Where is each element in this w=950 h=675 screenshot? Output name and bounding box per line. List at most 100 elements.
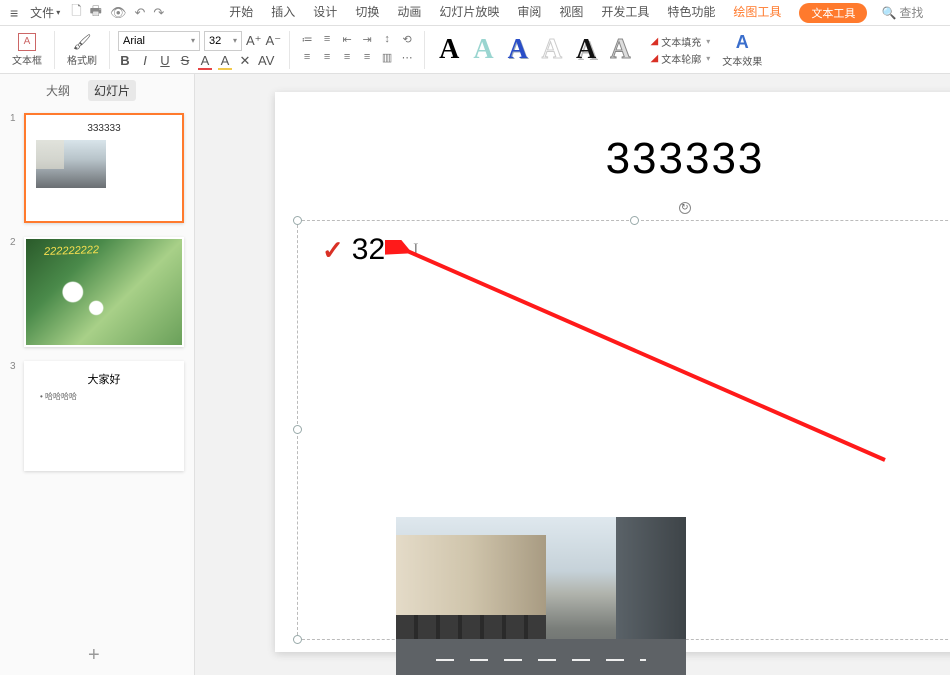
ribbon-separator	[109, 31, 110, 69]
resize-handle[interactable]	[293, 216, 302, 225]
font-size-select[interactable]: 32	[204, 31, 242, 51]
thumbnail-3[interactable]: 3 大家好 • 哈哈哈哈	[10, 361, 184, 471]
style-a6[interactable]: A	[604, 34, 636, 66]
tab-special[interactable]: 特色功能	[667, 3, 715, 23]
tab-slideshow[interactable]: 幻灯片放映	[439, 3, 499, 23]
file-menu[interactable]: 文件	[24, 4, 66, 21]
redo-icon[interactable]: ↷	[150, 5, 167, 21]
resize-handle[interactable]	[630, 216, 639, 225]
canvas-area[interactable]: 333333 ✓ 32 I	[195, 74, 950, 675]
thumbnail-list[interactable]: 1 333333 2 222222222 3 大家好 • 哈哈哈哈	[0, 107, 194, 675]
thumb-image	[36, 140, 106, 188]
thumb-number: 2	[10, 237, 18, 347]
slide-title[interactable]: 333333	[275, 92, 950, 184]
slide-image[interactable]	[396, 517, 686, 675]
tab-review[interactable]: 审阅	[517, 3, 541, 23]
search-box[interactable]: 🔍 查找	[881, 4, 923, 21]
textbox-button[interactable]: A 文本框	[8, 31, 46, 69]
print-icon[interactable]: 🖶	[87, 2, 105, 24]
tab-transition[interactable]: 切换	[355, 3, 379, 23]
style-a3[interactable]: A	[502, 34, 534, 66]
text-effect-icon: A	[736, 32, 749, 53]
tab-text-tool[interactable]: 文本工具	[799, 3, 867, 23]
more-para-button[interactable]: ⋯	[398, 51, 416, 67]
underline-button[interactable]: U	[158, 53, 172, 68]
tab-devtools[interactable]: 开发工具	[601, 3, 649, 23]
align-left-button[interactable]: ≡	[298, 51, 316, 67]
slide-panel: 大纲 幻灯片 1 333333 2 222222222 3	[0, 74, 195, 675]
bullets-button[interactable]: ≔	[298, 33, 316, 49]
image-detail	[396, 535, 546, 655]
text-outline-button[interactable]: ◢文本轮廓	[651, 51, 711, 66]
thumbnail-2[interactable]: 2 222222222	[10, 237, 184, 347]
add-slide-button[interactable]: +	[88, 644, 100, 667]
thumbnail-1[interactable]: 1 333333	[10, 113, 184, 223]
search-icon: 🔍	[881, 6, 896, 20]
bullet-text[interactable]: 32	[352, 233, 385, 267]
content-textbox[interactable]: ✓ 32 I	[297, 220, 950, 640]
tab-design[interactable]: 设计	[313, 3, 337, 23]
text-fill-group: ◢文本填充 ◢文本轮廓	[651, 34, 711, 66]
bold-button[interactable]: B	[118, 53, 132, 68]
line-spacing-button[interactable]: ↕	[378, 33, 396, 49]
clear-format-button[interactable]: ✕	[238, 53, 252, 69]
align-justify-button[interactable]: ≡	[358, 51, 376, 67]
format-painter-label: 格式刷	[67, 52, 97, 67]
increase-font-icon[interactable]: A⁺	[246, 33, 262, 49]
indent-inc-button[interactable]: ⇥	[358, 33, 376, 49]
align-right-button[interactable]: ≡	[338, 51, 356, 67]
rotate-handle-icon[interactable]	[679, 202, 691, 214]
style-a4[interactable]: A	[536, 34, 568, 66]
thumb-slide[interactable]: 大家好 • 哈哈哈哈	[24, 361, 184, 471]
checkmark-bullet-icon: ✓	[322, 235, 344, 266]
save-icon[interactable]: 🗋	[68, 2, 84, 24]
text-fill-button[interactable]: ◢文本填充	[651, 34, 711, 49]
thumb-image: 222222222	[26, 239, 182, 345]
thumb-slide[interactable]: 333333	[24, 113, 184, 223]
bullet-line[interactable]: ✓ 32 I	[298, 221, 950, 267]
strike-button[interactable]: S	[178, 53, 192, 68]
text-effect-button[interactable]: A 文本效果	[722, 32, 762, 68]
decrease-font-icon[interactable]: A⁻	[266, 33, 282, 49]
resize-handle[interactable]	[293, 425, 302, 434]
indent-dec-button[interactable]: ⇤	[338, 33, 356, 49]
thumb-number: 1	[10, 113, 18, 223]
ribbon-separator	[54, 31, 55, 69]
undo-icon[interactable]: ↶	[131, 5, 148, 21]
slide[interactable]: 333333 ✓ 32 I	[275, 92, 950, 652]
font-name-select[interactable]: Arial	[118, 31, 200, 51]
columns-button[interactable]: ▥	[378, 51, 396, 67]
tab-view[interactable]: 视图	[559, 3, 583, 23]
font-color-button[interactable]: A	[198, 53, 212, 68]
text-direction-button[interactable]: ⟲	[398, 33, 416, 49]
tab-draw-tool[interactable]: 绘图工具	[733, 3, 781, 23]
style-a2[interactable]: A	[467, 34, 499, 66]
numbering-button[interactable]: ≡	[318, 33, 336, 49]
thumb-number: 3	[10, 361, 18, 471]
tab-home[interactable]: 开始	[229, 3, 253, 23]
tab-animation[interactable]: 动画	[397, 3, 421, 23]
italic-button[interactable]: I	[138, 53, 152, 68]
textbox-icon: A	[18, 33, 36, 51]
preview-icon[interactable]: 👁	[107, 5, 130, 21]
hamburger-icon[interactable]: ≡	[6, 5, 22, 21]
panel-tabs: 大纲 幻灯片	[0, 74, 194, 107]
tab-outline[interactable]: 大纲	[40, 80, 76, 101]
align-center-button[interactable]: ≡	[318, 51, 336, 67]
font-group: Arial 32 A⁺ A⁻ B I U S A A ✕ AV	[118, 31, 281, 69]
thumb-overlay-text: 222222222	[44, 244, 99, 258]
top-menu-bar: ≡ 文件 🗋 🖶 👁 ↶ ↷ 开始 插入 设计 切换 动画 幻灯片放映 审阅 视…	[0, 0, 950, 26]
tab-slides[interactable]: 幻灯片	[88, 80, 136, 101]
textbox-label: 文本框	[12, 52, 42, 67]
main-layout: 大纲 幻灯片 1 333333 2 222222222 3	[0, 74, 950, 675]
style-a1[interactable]: A	[433, 34, 465, 66]
file-label: 文件	[30, 4, 54, 21]
style-a5[interactable]: A	[570, 34, 602, 66]
highlight-button[interactable]: A	[218, 53, 232, 68]
paragraph-group: ≔ ≡ ⇤ ⇥ ↕ ⟲ ≡ ≡ ≡ ≡ ▥ ⋯	[298, 33, 416, 67]
thumb-slide[interactable]: 222222222	[24, 237, 184, 347]
char-spacing-button[interactable]: AV	[258, 53, 274, 68]
format-painter-button[interactable]: 🖌 格式刷	[63, 31, 101, 69]
resize-handle[interactable]	[293, 635, 302, 644]
tab-insert[interactable]: 插入	[271, 3, 295, 23]
